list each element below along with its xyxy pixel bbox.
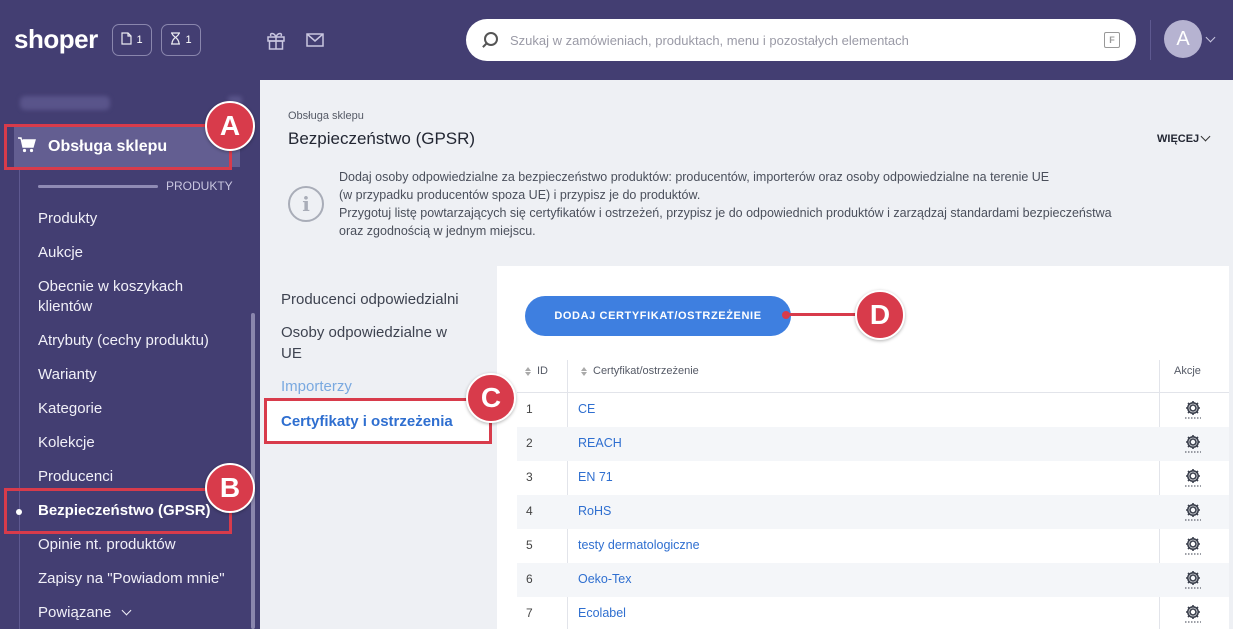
row-id: 4 xyxy=(526,504,533,518)
annotation-box-c xyxy=(264,398,492,444)
sidebar-scrollbar[interactable] xyxy=(251,313,255,629)
table-row: 6 Oeko-Tex xyxy=(517,563,1229,597)
subnav-eu-responsible[interactable]: Osoby odpowiedzialne w UE xyxy=(281,322,471,364)
more-dropdown[interactable]: WIĘCEJ xyxy=(1157,133,1199,145)
search-input[interactable] xyxy=(510,32,1104,48)
table-row: 4 RoHS xyxy=(517,495,1229,529)
annotation-box-b xyxy=(4,488,232,534)
search-shortcut-key: F xyxy=(1104,32,1120,48)
certificate-link[interactable]: RoHS xyxy=(578,504,611,518)
row-id: 7 xyxy=(526,606,533,620)
row-id: 1 xyxy=(526,402,533,416)
annotation-box-a xyxy=(4,124,232,170)
certificate-link[interactable]: EN 71 xyxy=(578,470,613,484)
sidebar-item-carts[interactable]: Obecnie w koszykach klientów xyxy=(38,277,208,317)
sidebar-progress-bar xyxy=(38,185,158,188)
column-header-label: Certyfikat/ostrzeżenie xyxy=(593,365,699,377)
annotation-badge-c: C xyxy=(466,373,516,423)
sidebar-item-variants[interactable]: Warianty xyxy=(38,365,238,385)
sidebar-tree-line xyxy=(19,170,20,629)
sidebar-item-collections[interactable]: Kolekcje xyxy=(38,433,238,453)
info-line: oraz zgodnością w jednym miejscu. xyxy=(339,224,536,238)
certificate-link[interactable]: CE xyxy=(578,402,595,416)
subnav-importers[interactable]: Importerzy xyxy=(281,376,481,397)
annotation-badge-b: B xyxy=(205,463,255,513)
user-avatar[interactable]: A xyxy=(1164,20,1202,58)
row-id: 2 xyxy=(526,436,533,450)
sidebar-item-reviews[interactable]: Opinie nt. produktów xyxy=(38,535,238,555)
breadcrumb[interactable]: Obsługa sklepu xyxy=(288,110,364,122)
sidebar-item-categories[interactable]: Kategorie xyxy=(38,399,238,419)
info-line: Przygotuj listę powtarzających się certy… xyxy=(339,206,1112,220)
row-id: 6 xyxy=(526,572,533,586)
row-id: 5 xyxy=(526,538,533,552)
blurred-store-name xyxy=(20,96,110,110)
table-row: 1 CE xyxy=(517,393,1229,427)
documents-count: 1 xyxy=(136,34,143,46)
column-header-label: ID xyxy=(537,365,548,377)
add-certificate-button[interactable]: DODAJ CERTYFIKAT/OSTRZEŻENIE xyxy=(525,296,791,336)
info-line: Dodaj osoby odpowiedzialne za bezpieczeń… xyxy=(339,170,1050,184)
column-header-certificate[interactable]: Certyfikat/ostrzeżenie xyxy=(581,365,699,377)
gear-icon[interactable] xyxy=(1182,602,1204,624)
table-row: 3 EN 71 xyxy=(517,461,1229,495)
global-search[interactable]: F xyxy=(466,19,1136,61)
documents-counter[interactable]: 1 xyxy=(112,24,152,56)
gear-icon[interactable] xyxy=(1182,568,1204,590)
column-header-actions: Akcje xyxy=(1174,365,1201,377)
certificate-link[interactable]: REACH xyxy=(578,436,622,450)
top-bar: shoper 1 1 F A xyxy=(0,0,1233,80)
table-row: 2 REACH xyxy=(517,427,1229,461)
mail-icon[interactable] xyxy=(305,30,325,55)
sort-icon xyxy=(581,366,587,376)
hourglass-icon xyxy=(170,32,181,48)
gear-icon[interactable] xyxy=(1182,432,1204,454)
gear-icon[interactable] xyxy=(1182,398,1204,420)
sidebar-item-products[interactable]: Produkty xyxy=(38,209,238,229)
pending-counter[interactable]: 1 xyxy=(161,24,201,56)
gear-icon[interactable] xyxy=(1182,534,1204,556)
divider xyxy=(1150,20,1151,60)
table-row: 5 testy dermatologiczne xyxy=(517,529,1229,563)
sidebar-item-auctions[interactable]: Aukcje xyxy=(38,243,238,263)
sidebar-item-notify-signups[interactable]: Zapisy na "Powiadom mnie" xyxy=(38,569,238,589)
table-row: 7 Ecolabel xyxy=(517,597,1229,629)
sort-icon xyxy=(525,366,531,376)
row-id: 3 xyxy=(526,470,533,484)
certificate-link[interactable]: testy dermatologiczne xyxy=(578,538,700,552)
chevron-down-icon xyxy=(121,605,132,616)
gift-icon[interactable] xyxy=(266,30,286,55)
annotation-badge-d: D xyxy=(855,290,905,340)
gear-icon[interactable] xyxy=(1182,466,1204,488)
certificate-link[interactable]: Ecolabel xyxy=(578,606,626,620)
sidebar-item-attributes[interactable]: Atrybuty (cechy produktu) xyxy=(38,331,238,351)
chevron-down-icon[interactable] xyxy=(1205,32,1216,43)
document-icon xyxy=(121,32,133,48)
info-icon: i xyxy=(288,186,324,222)
info-line: (w przypadku producentów spoza UE) i prz… xyxy=(339,188,701,202)
page-title: Bezpieczeństwo (GPSR) xyxy=(288,129,476,148)
sidebar-group-label: PRODUKTY xyxy=(166,179,233,193)
sidebar-item-related[interactable]: Powiązane xyxy=(38,603,238,623)
pending-count: 1 xyxy=(185,34,192,46)
certificate-link[interactable]: Oeko-Tex xyxy=(578,572,632,586)
annotation-line-d xyxy=(786,313,858,316)
column-header-id[interactable]: ID xyxy=(525,365,548,377)
annotation-badge-a: A xyxy=(205,101,255,151)
shoper-logo[interactable]: shoper xyxy=(14,24,98,55)
search-icon xyxy=(480,30,500,50)
sidebar-item-label: Powiązane xyxy=(38,604,112,621)
gear-icon[interactable] xyxy=(1182,500,1204,522)
subnav-responsible-producers[interactable]: Producenci odpowiedzialni xyxy=(281,289,481,310)
info-description: Dodaj osoby odpowiedzialne za bezpieczeń… xyxy=(339,168,1179,240)
